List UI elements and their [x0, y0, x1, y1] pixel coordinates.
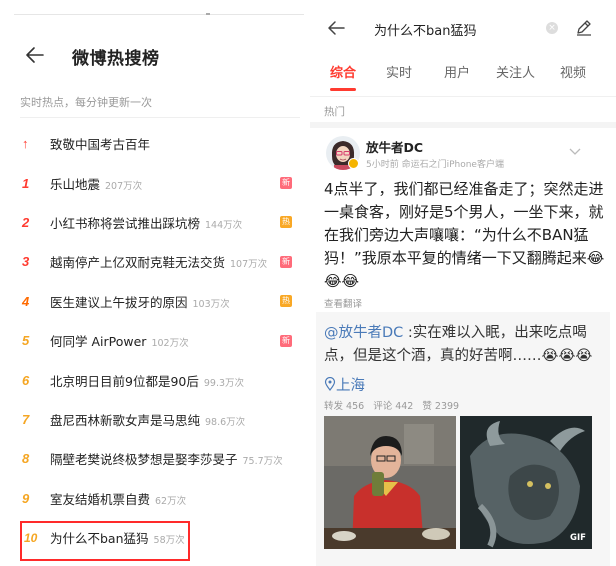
hot-item-4[interactable]: 4 医生建议上午拔牙的原因 103万次 热: [0, 282, 306, 321]
search-header: 为什么不ban猛犸 ×: [310, 0, 616, 48]
hot-item-6[interactable]: 6 北京明日目前9位都是90后 99.3万次: [0, 360, 306, 399]
verified-badge-icon: [348, 158, 359, 169]
search-query[interactable]: 为什么不ban猛犸: [374, 20, 476, 39]
subtitle-divider: [20, 117, 300, 118]
hot-item-text: 室友结婚机票自费 62万次: [50, 491, 187, 507]
new-badge: 新: [280, 334, 292, 347]
comment-count[interactable]: 评论 442: [373, 401, 413, 412]
hot-item-8[interactable]: 8 隔壁老樊说终极梦想是娶李莎旻子 75.7万次: [0, 439, 306, 478]
quoted-post-stats: 转发 456 评论 442 赞 2399: [324, 398, 465, 412]
section-divider: [310, 122, 616, 128]
hot-badge: 热: [280, 295, 292, 308]
page-subtitle: 实时热点，每分钟更新一次: [20, 96, 152, 109]
post-meta: 5小时前 命运石之门iPhone客户端: [366, 160, 504, 170]
quoted-post[interactable]: @放牛者DC :实在难以入眠，出来吃点喝点，但是这个酒，真的好苦啊……😭😭😭 上…: [316, 312, 610, 566]
post-photo[interactable]: [324, 416, 456, 549]
active-tab-indicator: [330, 88, 356, 91]
hot-item-rank: 3: [22, 254, 30, 270]
edit-pencil-icon[interactable]: [574, 17, 594, 37]
hot-item-rank: 8: [22, 451, 30, 467]
section-label-hot: 热门: [324, 106, 345, 118]
hot-item-7[interactable]: 7 盘尼西林新歌女声是马思纯 98.6万次: [0, 400, 306, 439]
hot-item-text: 乐山地震 207万次: [50, 176, 143, 192]
location-pin-icon: [324, 376, 336, 391]
new-badge: 新: [280, 255, 292, 268]
back-arrow-icon[interactable]: [24, 44, 46, 66]
tab-videos[interactable]: 视频: [560, 62, 586, 81]
hot-item-rank: 2: [22, 214, 30, 230]
hot-item-rank: 6: [22, 372, 30, 388]
gif-label: GIF: [570, 533, 586, 543]
status-dot: [206, 13, 210, 15]
hot-item-1[interactable]: 1 乐山地震 207万次 新: [0, 163, 306, 202]
pinned-rank-icon: ↑: [22, 136, 29, 152]
tab-comprehensive[interactable]: 综合: [330, 62, 356, 81]
hot-item-rank: 4: [22, 293, 30, 309]
post-author[interactable]: 放牛者DC: [366, 137, 423, 156]
location-link[interactable]: 上海: [324, 374, 365, 395]
hot-item-3[interactable]: 3 越南停产上亿双耐克鞋无法交货 107万次 新: [0, 242, 306, 281]
hot-item-9[interactable]: 9 室友结婚机票自费 62万次: [0, 479, 306, 518]
mention-link[interactable]: @放牛者DC: [324, 325, 403, 341]
tab-following[interactable]: 关注人: [496, 62, 535, 81]
search-tabs: 综合 实时 用户 关注人 视频: [310, 58, 616, 94]
hot-search-panel: 微博热搜榜 实时热点，每分钟更新一次 ↑ 致敬中国考古百年 1 乐山地震 207万…: [0, 0, 306, 566]
hot-item-text: 越南停产上亿双耐克鞋无法交货 107万次: [50, 255, 268, 271]
highlight-box: [20, 521, 190, 561]
repost-count[interactable]: 转发 456: [324, 401, 364, 412]
hot-item-rank: 1: [22, 175, 30, 191]
tab-realtime[interactable]: 实时: [386, 62, 412, 81]
hot-search-list: ↑ 致敬中国考古百年 1 乐山地震 207万次 新 2 小红书称将尝试推出踩坑榜 1…: [0, 124, 306, 557]
clear-search-icon[interactable]: ×: [546, 22, 558, 34]
hot-item-text: 盘尼西林新歌女声是马思纯 98.6万次: [50, 412, 246, 428]
hot-item-pinned[interactable]: ↑ 致敬中国考古百年: [0, 124, 306, 163]
quoted-post-body: @放牛者DC :实在难以入眠，出来吃点喝点，但是这个酒，真的好苦啊……😭😭😭: [324, 325, 593, 364]
hot-badge: 热: [280, 216, 292, 229]
search-results-panel: 为什么不ban猛犸 × 综合 实时 用户 关注人 视频 热门 放牛者DC 5小时…: [310, 0, 616, 566]
view-translation-link[interactable]: 查看翻译: [324, 296, 362, 310]
tabs-divider: [310, 96, 616, 97]
hot-item-text: 医生建议上午拔牙的原因 103万次: [50, 294, 230, 310]
hot-item-text: 致敬中国考古百年: [50, 137, 151, 153]
chevron-down-icon[interactable]: [568, 146, 582, 156]
post-body: 4点半了，我们都已经准备走了；突然走进一桌食客，刚好是5个男人，一坐下来，就在我…: [324, 180, 605, 290]
page-title: 微博热搜榜: [72, 49, 160, 69]
hot-item-2[interactable]: 2 小红书称将尝试推出踩坑榜 144万次 热: [0, 203, 306, 242]
hot-item-rank: 7: [22, 411, 30, 427]
hot-item-text: 隔壁老樊说终极梦想是娶李莎旻子 75.7万次: [50, 452, 283, 468]
hot-item-text: 小红书称将尝试推出踩坑榜 144万次: [50, 215, 243, 231]
hot-item-rank: 9: [22, 490, 30, 506]
tab-users[interactable]: 用户: [444, 62, 470, 81]
hot-item-5[interactable]: 5 何同学 AirPower 102万次 新: [0, 321, 306, 360]
back-arrow-icon[interactable]: [326, 18, 346, 38]
new-badge: 新: [280, 177, 292, 190]
hot-item-text: 北京明日目前9位都是90后 99.3万次: [50, 373, 245, 389]
hot-item-rank: 5: [22, 333, 30, 349]
hot-search-header: 微博热搜榜: [0, 34, 306, 80]
top-divider: [14, 14, 304, 15]
post-gif[interactable]: GIF: [460, 416, 592, 549]
like-count[interactable]: 赞 2399: [422, 401, 459, 412]
hot-item-text: 何同学 AirPower 102万次: [50, 334, 189, 350]
